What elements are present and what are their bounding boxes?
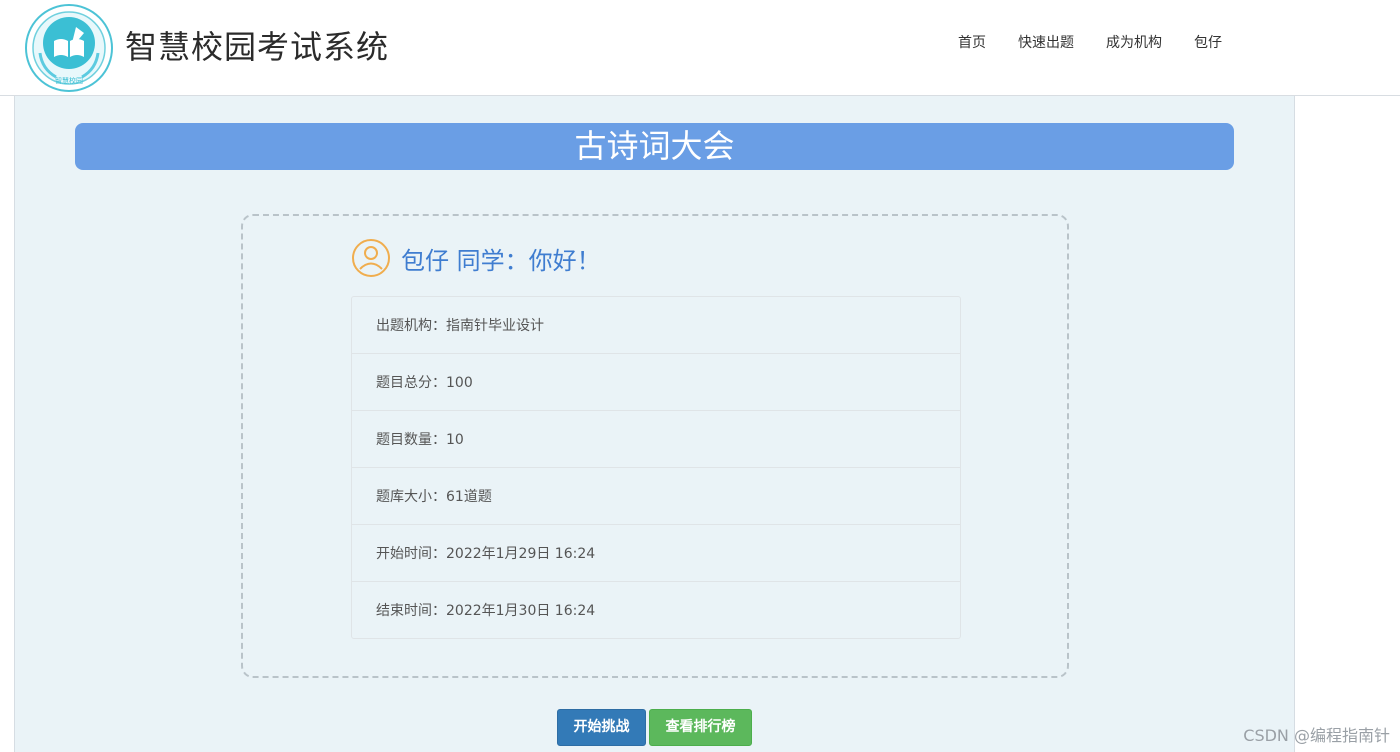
greeting: 包仔 同学：你好！ [351,238,601,278]
info-question-count: 题目数量：10 [352,411,960,468]
nav-home[interactable]: 首页 [958,32,986,52]
nav-user[interactable]: 包仔 [1194,32,1222,52]
exam-title-banner: 古诗词大会 [75,123,1234,170]
csdn-watermark: CSDN @编程指南针 [1243,726,1390,745]
user-icon [352,239,390,277]
school-logo-icon[interactable]: 智慧校园 [24,3,114,93]
nav-become-institution[interactable]: 成为机构 [1106,32,1162,52]
greeting-text: 包仔 同学：你好！ [401,246,601,275]
info-end-time: 结束时间：2022年1月30日 16:24 [376,603,596,619]
start-challenge-button[interactable]: 开始挑战 [557,709,646,746]
svg-text:智慧校园: 智慧校园 [55,76,83,85]
exam-info-list: 出题机构：指南针毕业设计 题目总分：100 题目数量：10 题库大小：61道题 … [351,296,961,639]
info-institution: 出题机构：指南针毕业设计 [352,297,960,354]
info-start-time: 开始时间：2022年1月29日 16:24 [352,525,960,582]
info-total-score: 题目总分：100 [352,354,960,411]
main-content: 古诗词大会 包仔 同学：你好！ 出题机构：指南针毕业设计 题目总分：100 题目… [14,96,1295,752]
view-leaderboard-button[interactable]: 查看排行榜 [649,709,752,746]
main-nav: 首页 快速出题 成为机构 包仔 [958,32,1254,52]
info-bank-size: 题库大小：61道题 [352,468,960,525]
nav-quick-quiz[interactable]: 快速出题 [1018,32,1074,52]
top-header: 智慧校园 智慧校园考试系统 首页 快速出题 成为机构 包仔 [0,0,1400,96]
exam-info-card: 包仔 同学：你好！ 出题机构：指南针毕业设计 题目总分：100 题目数量：10 … [241,214,1069,678]
site-title: 智慧校园考试系统 [125,28,390,66]
